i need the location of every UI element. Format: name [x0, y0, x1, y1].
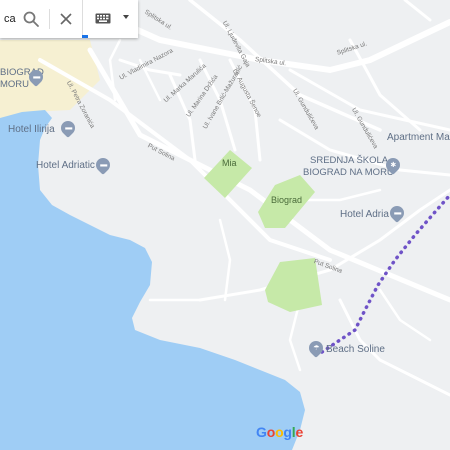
poi-label-school-line1: SREDNJA ŠKOLA [310, 155, 389, 166]
chevron-down-icon[interactable] [123, 15, 129, 19]
bed-icon: ▬ [32, 73, 40, 81]
poi-label-hotel-ilirija: Hotel Ilirija [8, 124, 55, 135]
divider [49, 9, 50, 29]
poi-label-hotel-adria: Hotel Adria [340, 209, 389, 220]
poi-label-school-line2: BIOGRAD NA MORU [303, 167, 394, 178]
poi-label-hotel-adriatic: Hotel Adriatic [36, 160, 95, 171]
bed-icon: ▬ [393, 209, 401, 217]
bed-icon: ▬ [64, 124, 72, 132]
google-logo: Google [256, 424, 303, 440]
close-icon[interactable] [58, 11, 74, 27]
poi-label-apartment: Apartment Mas [387, 132, 450, 143]
input-tools-button[interactable] [82, 0, 139, 38]
school-icon: ✱ [390, 161, 396, 169]
park-label-mia: Mia [222, 158, 237, 168]
poi-label-biograd-line2: MORU [0, 79, 30, 90]
poi-label-beach-soline: Beach Soline [326, 344, 385, 355]
logo-letter: G [256, 424, 267, 440]
search-icon[interactable] [22, 10, 40, 28]
logo-letter: o [266, 424, 276, 440]
search-input[interactable]: ca [0, 13, 18, 25]
keyboard-icon[interactable] [95, 13, 111, 24]
bed-icon: ▬ [99, 161, 107, 169]
park-label-biograd: Biograd [271, 195, 303, 205]
logo-letter: g [283, 424, 292, 440]
map-canvas[interactable] [0, 0, 450, 450]
logo-letter: e [295, 424, 304, 440]
beach-umbrella-icon: ☂ [312, 344, 320, 352]
search-bar[interactable]: ca [0, 0, 138, 38]
focus-underline [82, 35, 88, 38]
